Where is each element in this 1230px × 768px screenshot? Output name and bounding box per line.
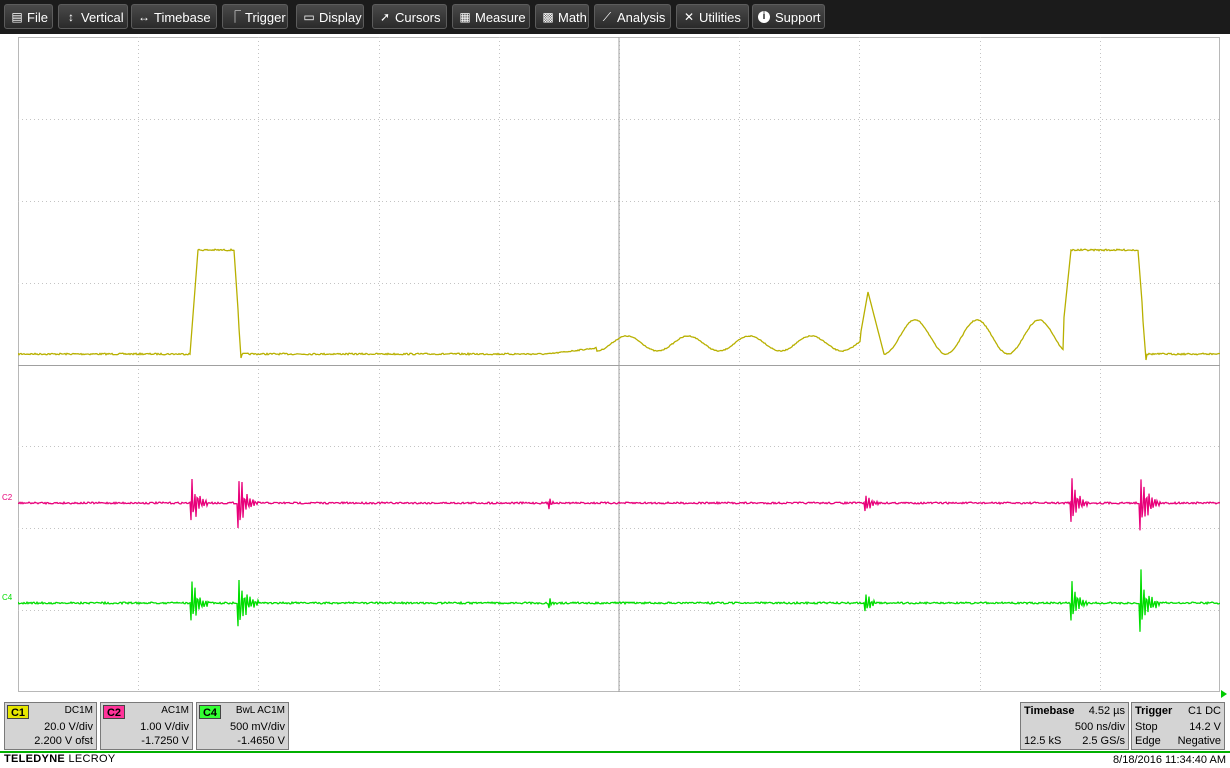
trace-label-c4: C4 xyxy=(2,593,13,602)
menu-file-button[interactable]: ▤ File xyxy=(4,4,53,29)
horizontal-arrows-icon: ↔ xyxy=(138,10,150,24)
status-bar: C1 DC1M 20.0 V/div 2.200 V ofst C2 AC1M … xyxy=(0,700,1230,752)
waveform-display[interactable]: C2 C4 xyxy=(2,37,1220,692)
timebase-descriptor[interactable]: Timebase 4.52 µs 500 ns/div 12.5 kS 2.5 … xyxy=(1020,702,1129,750)
trigger-icon: ⎾ xyxy=(228,10,241,24)
channel-offset: -1.7250 V xyxy=(141,735,189,747)
channel-coupling: AC1M xyxy=(161,705,189,716)
menu-utilities-button[interactable]: ✕ Utilities xyxy=(676,4,749,29)
menu-label: Display xyxy=(319,10,362,25)
trigger-type: Edge xyxy=(1135,735,1161,747)
display-icon: ▭ xyxy=(303,10,315,24)
channel-offset: -1.4650 V xyxy=(237,735,285,747)
channel-tag-c2: C2 xyxy=(103,705,125,719)
menu-measure-button[interactable]: ▦ Measure xyxy=(452,4,530,29)
channel-tag-c1: C1 xyxy=(7,705,29,719)
menu-label: Measure xyxy=(475,10,526,25)
menu-timebase-button[interactable]: ↔ Timebase xyxy=(131,4,217,29)
trigger-descriptor[interactable]: Trigger C1 DC Stop 14.2 V Edge Negative xyxy=(1131,702,1225,750)
file-icon: ▤ xyxy=(11,10,23,24)
menu-label: Support xyxy=(775,10,821,25)
channel-descriptor-c2[interactable]: C2 AC1M 1.00 V/div -1.7250 V xyxy=(100,702,193,750)
trigger-slope: Negative xyxy=(1177,735,1221,747)
menu-label: Vertical xyxy=(81,10,124,25)
channel-coupling: DC1M xyxy=(64,705,93,716)
menu-display-button[interactable]: ▭ Display xyxy=(296,4,364,29)
math-icon: ▩ xyxy=(542,10,554,24)
trigger-position-marker[interactable] xyxy=(1221,690,1227,698)
menu-bar: ▤ File ↕ Vertical ↔ Timebase ⎾ Trigger ▭ Display ➚… xyxy=(0,0,1230,34)
timebase-per-div: 500 ns/div xyxy=(1074,721,1125,733)
footer: TELEDYNE LECROY 8/18/2016 11:34:40 AM xyxy=(0,753,1230,768)
measure-icon: ▦ xyxy=(459,10,471,24)
menu-label: Cursors xyxy=(395,10,441,25)
menu-label: Timebase xyxy=(154,10,211,25)
utilities-icon: ✕ xyxy=(683,10,695,24)
menu-label: Utilities xyxy=(699,10,741,25)
menu-label: Trigger xyxy=(245,10,286,25)
trigger-mode: Stop xyxy=(1135,721,1158,733)
menu-cursors-button[interactable]: ➚ Cursors xyxy=(372,4,447,29)
channel-scale: 500 mV/div xyxy=(229,721,285,733)
channel-scale: 1.00 V/div xyxy=(140,721,189,733)
channel-offset: 2.200 V ofst xyxy=(34,735,93,747)
timebase-title: Timebase xyxy=(1024,705,1075,717)
channel-descriptor-c1[interactable]: C1 DC1M 20.0 V/div 2.200 V ofst xyxy=(4,702,97,750)
menu-vertical-button[interactable]: ↕ Vertical xyxy=(58,4,128,29)
brand-logo: TELEDYNE LECROY xyxy=(4,753,116,765)
channel-descriptor-c4[interactable]: C4 BwL AC1M 500 mV/div -1.4650 V xyxy=(196,702,289,750)
menu-analysis-button[interactable]: ⟋ Analysis xyxy=(594,4,671,29)
menu-label: Math xyxy=(558,10,587,25)
trigger-title: Trigger xyxy=(1135,705,1173,717)
menu-label: File xyxy=(27,10,48,25)
channel-tag-c4: C4 xyxy=(199,705,221,719)
trace-label-c2: C2 xyxy=(2,493,13,502)
trigger-source: C1 DC xyxy=(1187,705,1221,717)
trigger-level: 14.2 V xyxy=(1189,721,1221,733)
channel-scale: 20.0 V/div xyxy=(44,721,93,733)
timebase-sample-rate: 2.5 GS/s xyxy=(1082,735,1125,747)
timebase-delay: 4.52 µs xyxy=(1088,705,1125,717)
menu-label: Analysis xyxy=(617,10,666,25)
analysis-icon: ⟋ xyxy=(602,10,612,24)
menu-support-button[interactable]: i Support xyxy=(752,4,825,29)
menu-trigger-button[interactable]: ⎾ Trigger xyxy=(222,4,288,29)
oscilloscope-grid xyxy=(18,37,1220,692)
menu-math-button[interactable]: ▩ Math xyxy=(535,4,589,29)
support-icon: i xyxy=(758,11,770,23)
timebase-samples: 12.5 kS xyxy=(1024,735,1062,747)
channel-coupling: BwL AC1M xyxy=(235,705,285,716)
date-time: 8/18/2016 11:34:40 AM xyxy=(1113,754,1226,766)
vertical-arrows-icon: ↕ xyxy=(68,10,74,24)
cursor-icon: ➚ xyxy=(379,10,391,24)
